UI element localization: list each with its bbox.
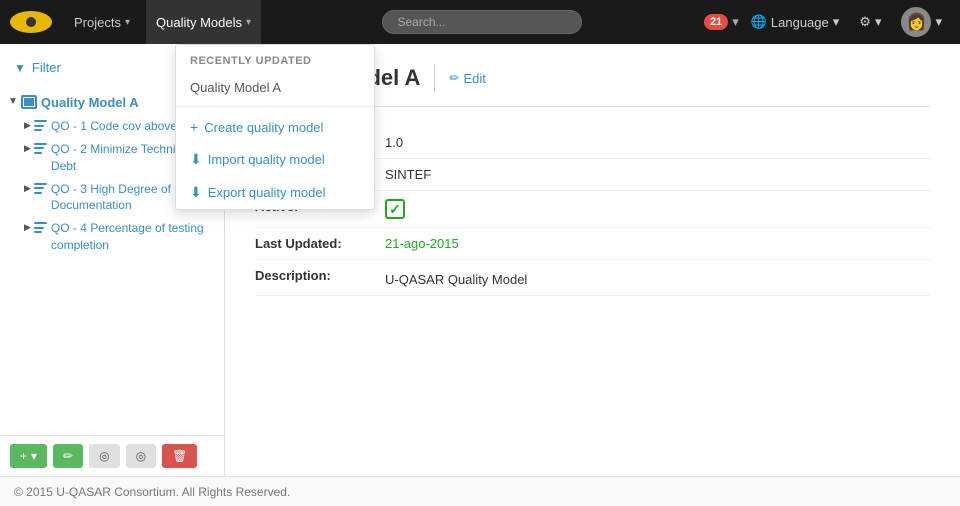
projects-menu[interactable]: Projects ▾ — [64, 0, 140, 44]
main-layout: ▼ Filter ▼ Quality Model A ▶ — [0, 44, 960, 476]
import-icon: ⬇ — [190, 151, 202, 168]
tree-child-4-label: QO - 4 Percentage of testing completion — [51, 220, 218, 254]
edit-button[interactable]: ✏ — [53, 444, 83, 468]
search-container — [267, 10, 698, 34]
footer-text: © 2015 U-QASAR Consortium. All Rights Re… — [14, 485, 290, 499]
tree-toggle-child3: ▶ — [24, 183, 31, 194]
edit-link[interactable]: ✏ Edit — [449, 71, 485, 86]
avatar: 👩 — [901, 7, 931, 37]
active-checkbox: ✓ — [385, 199, 405, 219]
tree-child-4[interactable]: ▶ QO - 4 Percentage of testing completio… — [18, 217, 224, 257]
edit-label: Edit — [463, 71, 485, 86]
description-row: Description: U-QASAR Quality Model — [255, 260, 930, 296]
header-divider — [434, 64, 435, 92]
quality-models-menu[interactable]: Quality Models ▾ — [146, 0, 261, 44]
notification-badge[interactable]: 21 — [704, 14, 728, 30]
edit-pencil-icon: ✏ — [449, 71, 459, 85]
qo-icon-1 — [34, 120, 47, 131]
dropdown-recent-quality-model[interactable]: Quality Model A — [176, 73, 374, 102]
plus-icon: + — [20, 449, 27, 463]
filter-icon: ▼ — [14, 61, 26, 75]
language-label: Language — [771, 15, 829, 30]
settings-menu[interactable]: ⚙ ▾ — [851, 0, 889, 44]
edition-value: 1.0 — [385, 135, 403, 150]
settings-caret: ▾ — [875, 14, 882, 30]
down-icon: ◎ — [136, 449, 146, 463]
quality-models-dropdown: RECENTLY UPDATED Quality Model A + Creat… — [175, 44, 375, 210]
quality-models-caret: ▾ — [246, 17, 251, 28]
user-menu[interactable]: 👩 ▾ — [893, 0, 950, 44]
dropdown-section-label: RECENTLY UPDATED — [176, 45, 374, 73]
tree-toggle-child2: ▶ — [24, 143, 31, 154]
nav-right: 21 ▾ 🌐 Language ▾ ⚙ ▾ 👩 ▾ — [704, 0, 950, 44]
tree-toggle-child4: ▶ — [24, 222, 31, 233]
company-value: SINTEF — [385, 167, 431, 182]
projects-caret: ▾ — [125, 17, 130, 28]
gear-icon: ⚙ — [859, 14, 871, 30]
up-icon: ◎ — [99, 449, 109, 463]
last-updated-value: 21-ago-2015 — [385, 236, 459, 251]
language-caret: ▾ — [833, 14, 840, 30]
tree-toggle-root: ▼ — [8, 96, 18, 107]
notification-caret: ▾ — [732, 14, 739, 30]
plus-icon: + — [190, 119, 198, 135]
export-icon: ⬇ — [190, 184, 202, 201]
quality-models-label: Quality Models — [156, 15, 242, 30]
logo — [10, 8, 52, 36]
language-menu[interactable]: 🌐 Language ▾ — [743, 0, 848, 44]
globe-icon: 🌐 — [751, 14, 767, 30]
trash-icon: 🗑 — [172, 449, 187, 463]
quality-model-icon — [21, 95, 37, 109]
create-quality-model-label: Create quality model — [204, 120, 323, 135]
export-quality-model-label: Export quality model — [208, 185, 326, 200]
description-value: U-QASAR Quality Model — [385, 272, 527, 287]
last-updated-row: Last Updated: 21-ago-2015 — [255, 228, 930, 260]
search-input[interactable] — [382, 10, 582, 34]
qo-icon-2 — [34, 143, 47, 154]
avatar-caret: ▾ — [935, 14, 942, 30]
export-quality-model-action[interactable]: ⬇ Export quality model — [176, 176, 374, 209]
import-quality-model-action[interactable]: ⬇ Import quality model — [176, 143, 374, 176]
pencil-icon: ✏ — [63, 449, 73, 463]
add-caret: ▾ — [31, 449, 37, 463]
dropdown-divider — [176, 106, 374, 107]
delete-button[interactable]: 🗑 — [162, 444, 197, 468]
sidebar-toolbar: + ▾ ✏ ◎ ◎ 🗑 — [0, 435, 224, 476]
move-up-button[interactable]: ◎ — [89, 444, 119, 468]
create-quality-model-action[interactable]: + Create quality model — [176, 111, 374, 143]
qo-icon-3 — [34, 183, 47, 194]
filter-label: Filter — [32, 60, 61, 75]
tree-root-label: Quality Model A — [41, 94, 139, 112]
import-quality-model-label: Import quality model — [208, 152, 325, 167]
qo-icon-4 — [34, 222, 47, 233]
description-label: Description: — [255, 268, 385, 283]
tree-toggle-child1: ▶ — [24, 120, 31, 131]
add-button[interactable]: + ▾ — [10, 444, 47, 468]
navbar: Projects ▾ Quality Models ▾ 21 ▾ 🌐 Langu… — [0, 0, 960, 44]
projects-label: Projects — [74, 15, 121, 30]
last-updated-label: Last Updated: — [255, 236, 385, 251]
footer: © 2015 U-QASAR Consortium. All Rights Re… — [0, 476, 960, 506]
move-down-button[interactable]: ◎ — [126, 444, 156, 468]
